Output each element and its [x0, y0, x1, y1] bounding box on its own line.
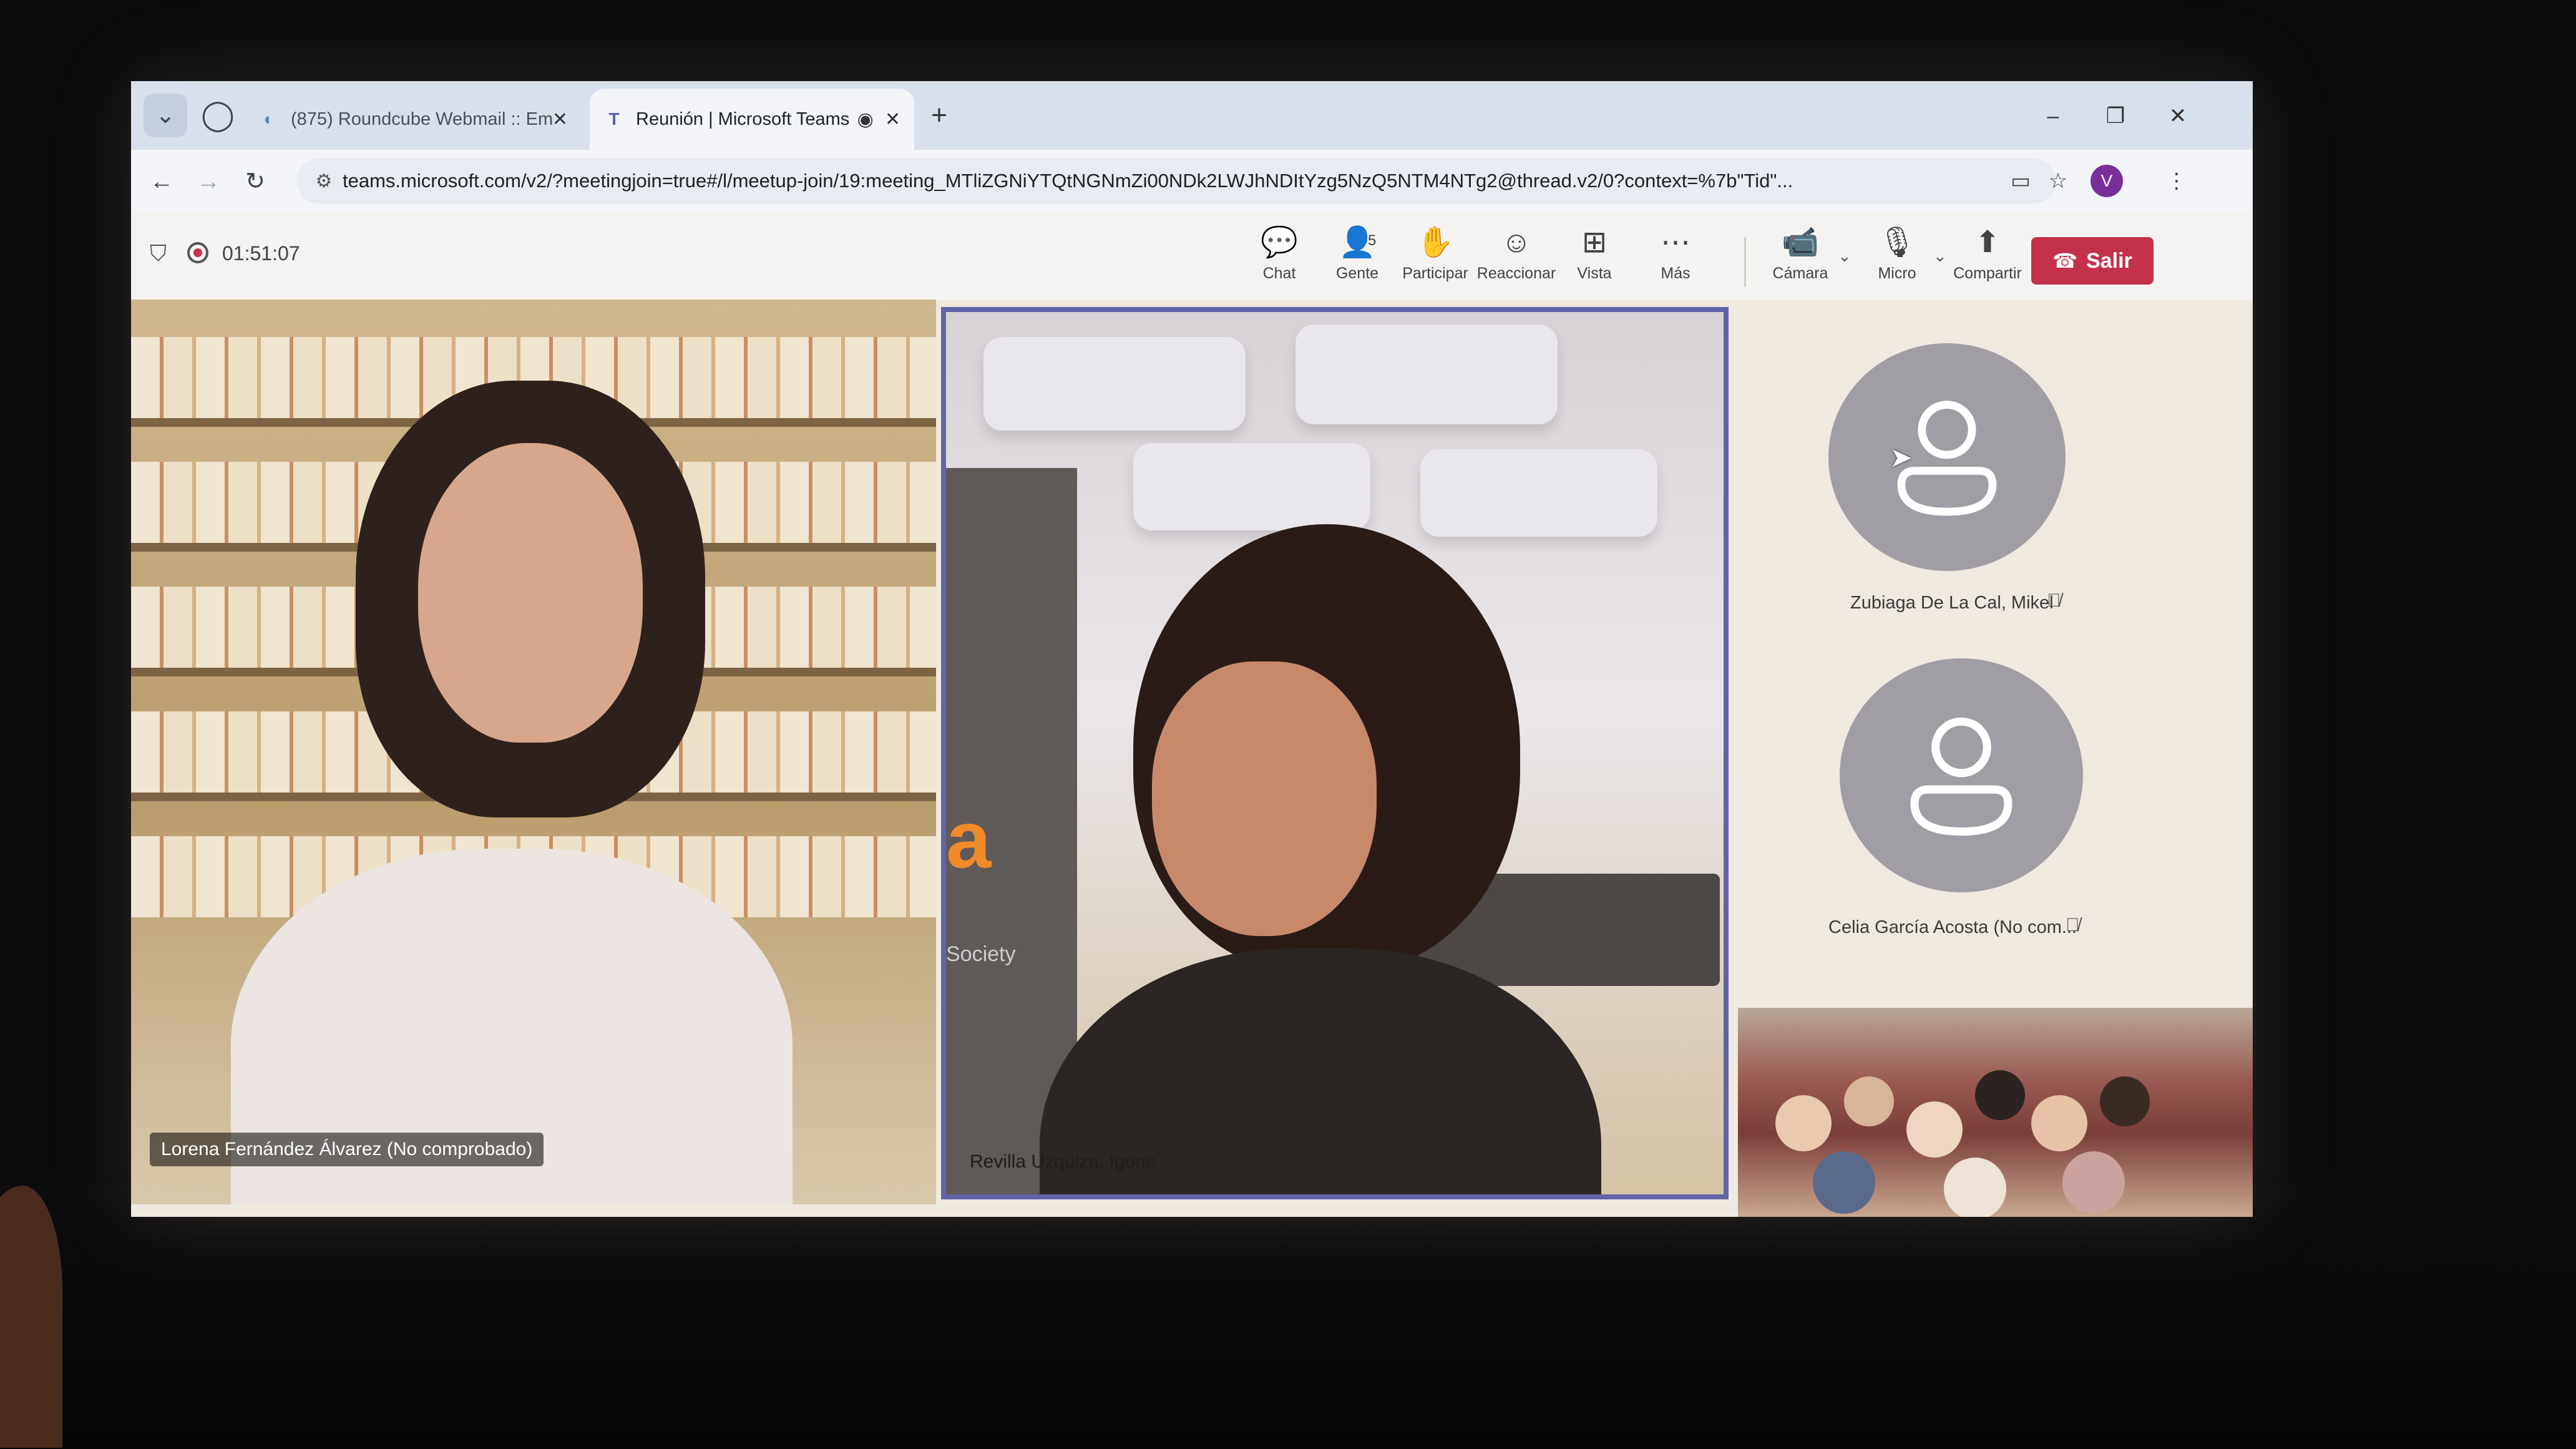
video-tile-left[interactable]: Lorena Fernández Álvarez (No comprobado): [131, 300, 936, 1204]
restore-icon[interactable]: ❐: [2097, 97, 2134, 135]
person-icon: [1897, 401, 1997, 516]
audience-member: [1813, 1151, 1875, 1214]
video-tile-active-speaker[interactable]: a Society Revilla Uzquiza, Igone ···: [941, 307, 1729, 1199]
url-field[interactable]: ⚙ teams.microsoft.com/v2/?meetingjoin=tr…: [296, 159, 2056, 203]
meeting-stage: Lorena Fernández Álvarez (No comprobado)…: [131, 300, 2253, 1217]
react-button[interactable]: ☺ Reaccionar: [1476, 225, 1557, 293]
raise-hand-icon: ✋: [1417, 226, 1454, 259]
grid-view-icon: ⊞: [1581, 226, 1608, 259]
participant-name: Celia García Acosta (No com...: [1828, 917, 2077, 937]
ceiling-panel: [983, 337, 1246, 431]
mouse-cursor-icon: ➤: [1890, 442, 1913, 473]
reload-icon[interactable]: ↻: [237, 163, 273, 200]
meeting-timer: 01:51:07: [222, 242, 300, 265]
smile-icon: ☺: [1501, 226, 1532, 259]
participant-name: Zubiaga De La Cal, Mikel: [1850, 593, 2054, 613]
room-floor: [0, 1186, 2576, 1449]
ceiling-panel: [1420, 449, 1657, 537]
share-button[interactable]: ⬆ Compartir: [1947, 225, 2028, 293]
browser-tab-bar: ⌄ ◯ ◐ (875) Roundcube Webmail :: Em ✕ T …: [131, 81, 2253, 150]
mic-muted-icon: 🎙̸: [2047, 590, 2061, 611]
microphone-icon: 🎙: [1878, 226, 1916, 259]
camera-permission-icon[interactable]: ▭: [2003, 163, 2038, 198]
close-tab-icon[interactable]: ✕: [552, 109, 568, 130]
back-icon[interactable]: ←: [144, 163, 180, 200]
tab-teams[interactable]: T Reunión | Microsoft Teams ◉ ✕: [590, 89, 914, 150]
audience-member: [1944, 1158, 2006, 1217]
person-icon: [1910, 717, 2012, 836]
audience-member: [1844, 1076, 1894, 1126]
forward-icon[interactable]: →: [190, 163, 227, 200]
tab-title: (875) Roundcube Webmail :: Em: [291, 109, 552, 129]
audience-member: [1906, 1101, 1963, 1158]
mic-options-chevron-icon[interactable]: ⌄: [1933, 246, 1947, 266]
people-button[interactable]: 👤 5 Gente: [1317, 225, 1398, 293]
audience-member: [2062, 1151, 2125, 1214]
mic-button[interactable]: 🎙 Micro: [1856, 225, 1938, 293]
audience-head: [0, 1186, 62, 1448]
shield-icon: ⛉: [150, 240, 167, 266]
mic-muted-icon: 🎙̸: [2066, 915, 2080, 935]
participant-face: [418, 443, 643, 743]
audience-member: [2031, 1095, 2087, 1151]
speaker-name-label: Revilla Uzquiza, Igone ···: [970, 1151, 1188, 1172]
profile-avatar[interactable]: V: [2091, 165, 2123, 197]
share-screen-icon: ⬆: [1974, 226, 2001, 259]
camera-button[interactable]: 📹 Cámara: [1760, 225, 1841, 293]
camera-icon: 📹: [1782, 226, 1819, 259]
background-logo-subtext: Society: [946, 942, 1016, 966]
tab-roundcube[interactable]: ◐ (875) Roundcube Webmail :: Em ✕: [245, 89, 582, 150]
minimize-icon[interactable]: –: [2034, 97, 2072, 135]
bookmark-star-icon[interactable]: ☆: [2041, 163, 2076, 198]
teams-icon: T: [608, 109, 620, 129]
chat-button[interactable]: 💬 Chat: [1239, 225, 1320, 293]
people-icon: 👤: [1339, 226, 1376, 259]
tab-search-chevron-icon[interactable]: ⌄: [144, 94, 187, 137]
audience-member: [1975, 1070, 2025, 1120]
close-window-icon[interactable]: ✕: [2159, 97, 2197, 135]
more-button[interactable]: ⋯ Más: [1635, 225, 1716, 293]
people-count: 5: [1368, 232, 1377, 249]
room-camera-tile[interactable]: [1738, 1008, 2253, 1217]
site-settings-icon[interactable]: ⚙: [305, 170, 343, 192]
hang-up-icon: ☎: [2052, 250, 2078, 272]
speaker-face: [1152, 661, 1377, 936]
address-bar-row: ← → ↻ ⚙ teams.microsoft.com/v2/?meetingj…: [131, 150, 2253, 212]
opera-icon[interactable]: ◯: [201, 99, 235, 132]
url-text: teams.microsoft.com/v2/?meetingjoin=true…: [343, 170, 1793, 192]
tab-title: Reunión | Microsoft Teams: [636, 109, 850, 129]
view-button[interactable]: ⊞ Vista: [1554, 225, 1635, 293]
meeting-toolbar: ⛉ 01:51:07 💬 Chat 👤 5 Gente ✋ Participar…: [131, 212, 2253, 300]
roundcube-icon: ◐: [263, 109, 275, 129]
audience-member: [2100, 1076, 2150, 1126]
leave-button[interactable]: ☎ Salir: [2031, 237, 2154, 285]
toolbar-divider: [1744, 237, 1746, 287]
participant-options-icon[interactable]: ···: [1169, 1151, 1188, 1172]
new-tab-icon[interactable]: +: [924, 100, 955, 131]
chat-icon: 💬: [1261, 226, 1298, 259]
ceiling-panel: [1295, 324, 1558, 424]
more-dots-icon: ⋯: [1661, 226, 1690, 259]
browser-menu-icon[interactable]: ⋮: [2159, 163, 2194, 198]
recording-indicator-icon: ◉: [857, 109, 874, 130]
participant-name-label: Lorena Fernández Álvarez (No comprobado): [150, 1133, 544, 1166]
background-logo-text: a: [946, 794, 992, 885]
ceiling-panel: [1133, 443, 1370, 530]
raise-hand-button[interactable]: ✋ Participar: [1395, 225, 1476, 293]
recording-icon: [187, 242, 208, 263]
close-tab-icon[interactable]: ✕: [885, 109, 900, 130]
camera-options-chevron-icon[interactable]: ⌄: [1838, 246, 1852, 266]
participant-avatar[interactable]: [1840, 658, 2083, 892]
projected-screen: ⌄ ◯ ◐ (875) Roundcube Webmail :: Em ✕ T …: [131, 81, 2253, 1217]
audience-member: [1775, 1095, 1832, 1151]
participant-avatar[interactable]: [1828, 343, 2066, 571]
